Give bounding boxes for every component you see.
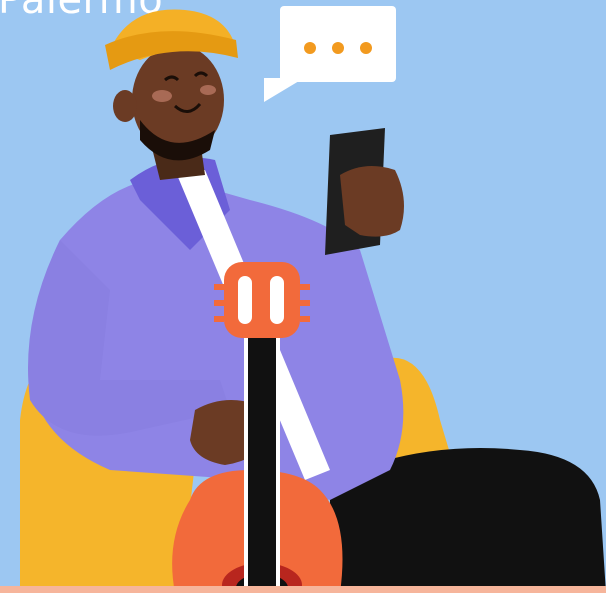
- bottom-strip: [0, 586, 606, 593]
- cheek: [200, 85, 216, 95]
- right-hand: [340, 166, 404, 237]
- tuning-peg: [214, 284, 224, 290]
- headstock-slot: [270, 276, 284, 324]
- ear: [113, 90, 137, 122]
- illustration-scene: Palermo: [0, 0, 606, 593]
- tuning-peg: [214, 316, 224, 322]
- tuning-peg: [300, 300, 310, 306]
- cheek: [152, 90, 172, 102]
- tuning-peg: [300, 316, 310, 322]
- tuning-peg: [214, 300, 224, 306]
- person-with-guitar-illustration: [20, 9, 606, 593]
- guitar-fretboard: [248, 330, 276, 590]
- guitar-headstock: [224, 262, 300, 338]
- headstock-slot: [238, 276, 252, 324]
- tuning-peg: [300, 284, 310, 290]
